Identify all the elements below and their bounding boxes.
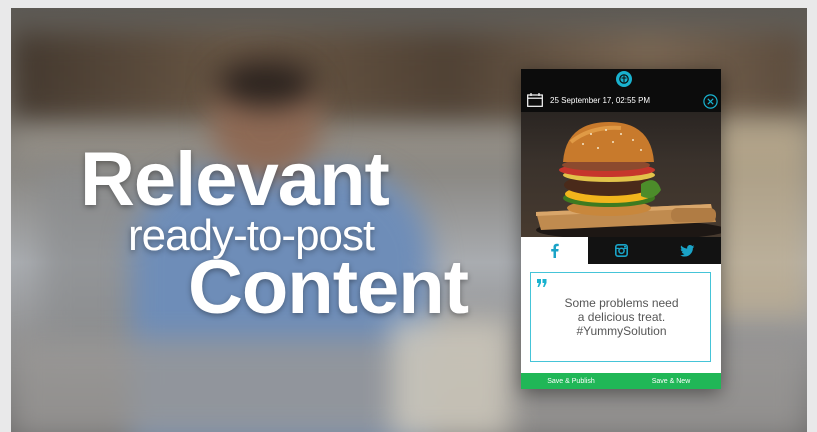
save-new-button[interactable]: Save & New — [621, 373, 721, 389]
facebook-icon — [551, 243, 559, 258]
post-text-line: Some problems need — [564, 296, 679, 310]
background-person-hair — [216, 58, 316, 108]
app-logo-icon — [616, 71, 632, 87]
close-icon[interactable] — [703, 94, 718, 109]
calendar-icon — [527, 93, 543, 107]
post-text-line: a delicious treat. — [577, 310, 666, 324]
tab-facebook[interactable] — [521, 237, 588, 264]
post-date: 25 September 17, 02:55 PM — [550, 96, 651, 105]
background-bottles — [391, 318, 511, 432]
headline-content: Content — [188, 245, 469, 330]
twitter-icon — [680, 244, 695, 257]
burger-photo — [521, 112, 721, 237]
instagram-icon — [614, 244, 628, 257]
action-bar: Save & Publish Save & New — [521, 373, 721, 389]
post-text-box[interactable]: Some problems need a delicious treat. #Y… — [530, 272, 711, 362]
social-tabs — [521, 237, 721, 264]
quote-icon — [537, 279, 547, 287]
post-preview-card: 25 September 17, 02:55 PM Some problems … — [521, 69, 721, 389]
post-text-hashtag: #YummySolution — [576, 324, 667, 338]
post-text: Some problems need a delicious treat. #Y… — [531, 296, 712, 338]
tab-twitter[interactable] — [654, 237, 721, 264]
save-publish-button[interactable]: Save & Publish — [521, 373, 621, 389]
card-header: 25 September 17, 02:55 PM — [521, 69, 721, 112]
headline-relevant: Relevant — [80, 137, 390, 222]
tab-instagram[interactable] — [588, 237, 655, 264]
